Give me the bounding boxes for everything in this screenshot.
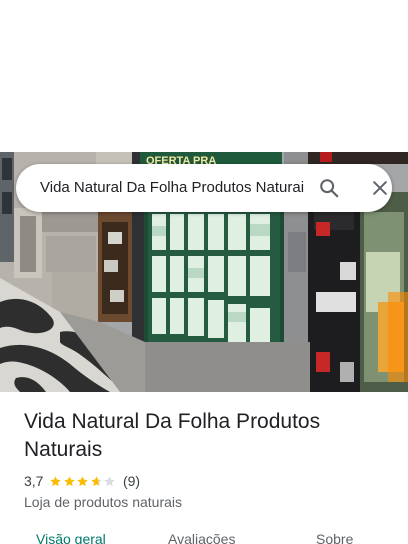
place-info-panel: Vida Natural Da Folha Produtos Naturais … [0, 392, 408, 544]
rating-stars [49, 475, 117, 488]
tab-about[interactable]: Sobre [316, 530, 353, 544]
star-icon [104, 475, 116, 486]
star-icon [50, 475, 62, 486]
rating-value: 3,7 [24, 473, 44, 489]
star-icon [77, 475, 89, 486]
place-title: Vida Natural Da Folha Produtos Naturais [24, 410, 321, 461]
tab-overview[interactable]: Visão geral [36, 530, 106, 544]
star-icon [64, 475, 75, 486]
tab-reviews[interactable]: Avaliações [168, 530, 235, 544]
place-tabs: Visão geral Avaliações Sobre [0, 530, 408, 544]
search-input[interactable]: Vida Natural Da Folha Produtos Naturais [40, 164, 304, 212]
rating-row[interactable]: 3,7 (9) [24, 472, 140, 490]
review-count[interactable]: (9) [123, 473, 140, 489]
place-category[interactable]: Loja de produtos naturais [24, 493, 182, 511]
map-area-blank [0, 0, 408, 152]
star-icon [91, 475, 102, 486]
search-bar[interactable]: Vida Natural Da Folha Produtos Naturais [16, 164, 392, 212]
close-icon[interactable] [370, 178, 390, 198]
search-icon[interactable] [318, 177, 340, 199]
